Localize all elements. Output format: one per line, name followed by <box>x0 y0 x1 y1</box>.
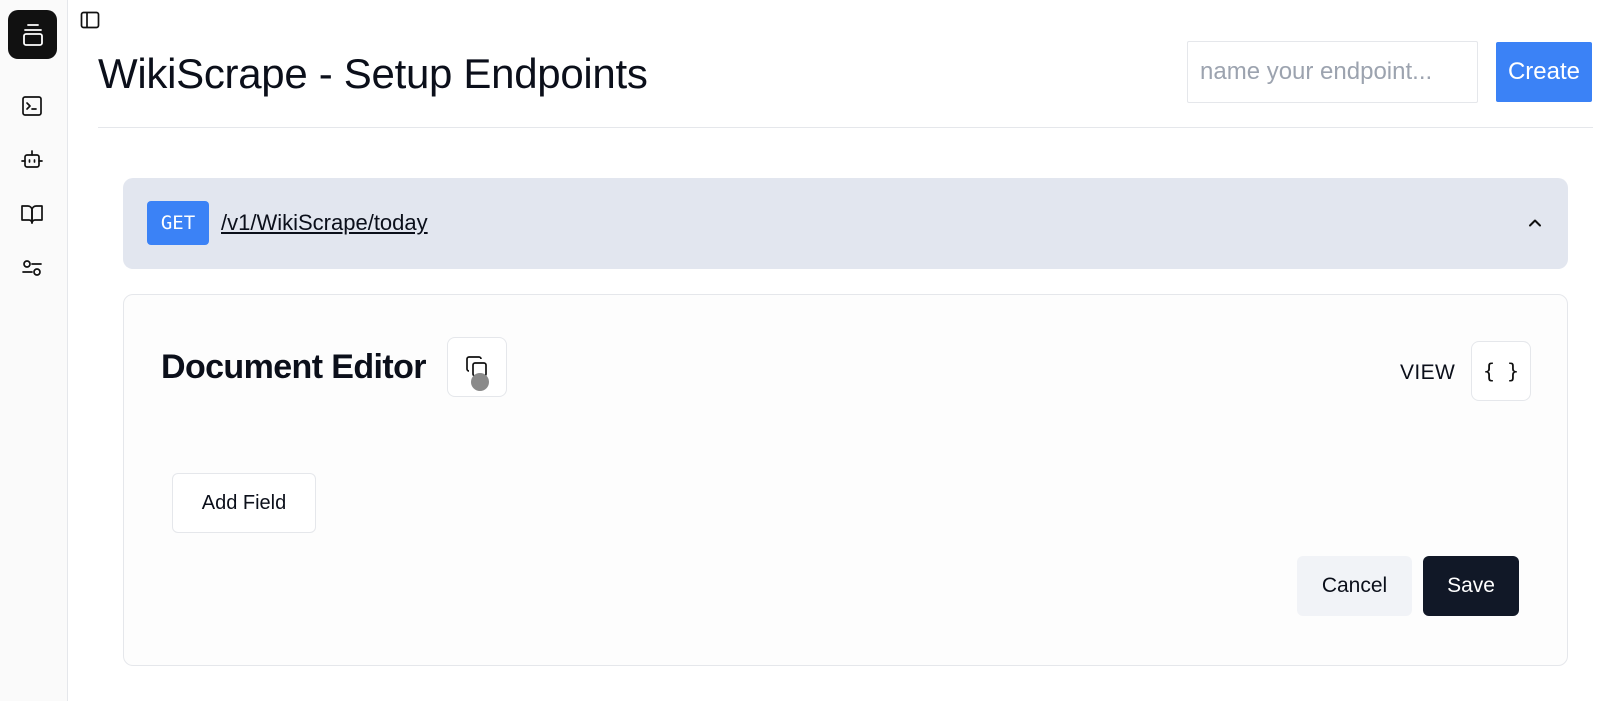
editor-title: Document Editor <box>161 348 427 386</box>
sidebar-panel-icon <box>80 11 100 29</box>
terminal-icon <box>22 96 42 116</box>
app-window: WikiScrape - Setup Endpoints Create GET … <box>0 0 1621 701</box>
sidebar-item-terminal[interactable] <box>18 92 46 120</box>
copy-button[interactable] <box>447 337 507 397</box>
book-open-icon <box>21 205 43 224</box>
page-title: WikiScrape - Setup Endpoints <box>98 50 648 97</box>
sidebar <box>0 0 68 701</box>
endpoint-name-input[interactable] <box>1187 41 1478 103</box>
sidebar-item-settings[interactable] <box>18 254 46 282</box>
http-method-badge: GET <box>147 201 209 245</box>
collapse-button[interactable] <box>1522 210 1548 236</box>
endpoint-path-link[interactable]: /v1/WikiScrape/today <box>221 210 428 236</box>
chevron-up-icon <box>1529 219 1541 227</box>
mouse-cursor <box>471 373 489 391</box>
save-button[interactable]: Save <box>1423 556 1519 616</box>
header-divider <box>98 127 1593 128</box>
view-label: VIEW <box>1400 361 1456 384</box>
sliders-icon <box>22 260 42 276</box>
create-button[interactable]: Create <box>1496 42 1592 102</box>
add-field-button[interactable]: Add Field <box>172 473 316 533</box>
json-view-toggle-button[interactable]: { } <box>1471 341 1531 401</box>
sidebar-item-bot[interactable] <box>18 146 46 174</box>
logo[interactable] <box>8 10 57 59</box>
endpoint-accordion-header[interactable]: GET /v1/WikiScrape/today <box>123 178 1568 269</box>
robot-icon <box>21 150 43 168</box>
sidebar-item-docs[interactable] <box>18 200 46 228</box>
document-editor-card: Document Editor VIEW { } Add Field Cance… <box>123 294 1568 666</box>
cancel-button[interactable]: Cancel <box>1297 556 1412 616</box>
layers-icon <box>22 23 43 46</box>
sidebar-toggle-button[interactable] <box>78 8 102 32</box>
